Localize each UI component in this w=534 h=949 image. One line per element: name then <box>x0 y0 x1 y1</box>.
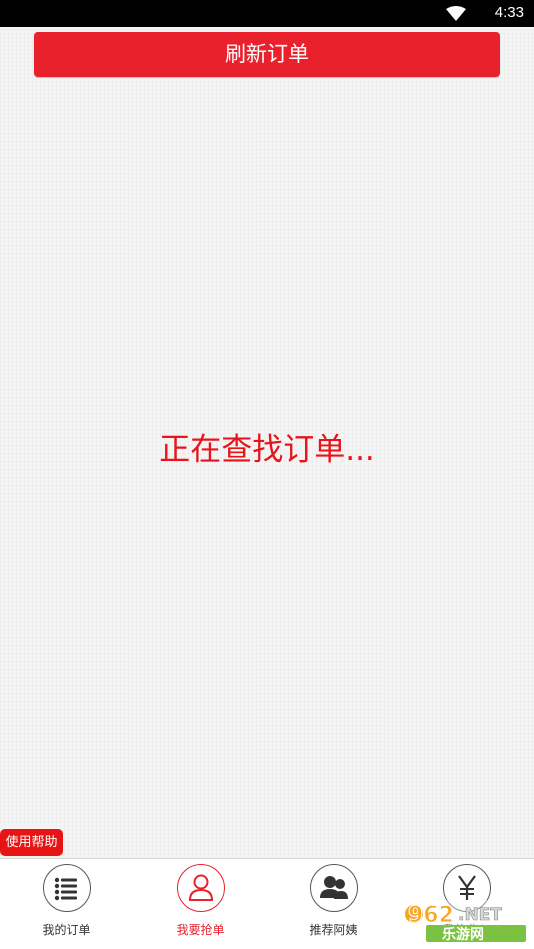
tab-label: 推荐阿姨 <box>309 923 358 937</box>
person-icon <box>177 864 225 912</box>
svg-text:962: 962 <box>408 903 454 928</box>
help-button[interactable]: 使用帮助 <box>0 829 63 856</box>
wifi-icon <box>446 6 466 25</box>
svg-text:.NET: .NET <box>458 905 502 925</box>
svg-text:乐游网: 乐游网 <box>442 926 484 943</box>
refresh-orders-button[interactable]: 刷新订单 <box>34 32 500 77</box>
tab-label: 我的订单 <box>42 923 91 937</box>
tab-recommend-aunt[interactable]: 推荐阿姨 <box>267 859 400 949</box>
list-icon <box>43 864 91 912</box>
searching-status-text: 正在查找订单... <box>159 432 375 468</box>
status-time: 4:33 <box>494 4 524 21</box>
tab-label: 我要抢单 <box>176 923 225 937</box>
watermark-logo: 962 .NET 乐游网 <box>396 900 530 943</box>
tab-my-orders[interactable]: 我的订单 <box>0 859 133 949</box>
main-content: 刷新订单 正在查找订单... <box>0 27 534 858</box>
status-bar: 4:33 <box>0 0 534 27</box>
group-icon <box>310 864 358 912</box>
tab-grab-orders[interactable]: 我要抢单 <box>134 859 267 949</box>
